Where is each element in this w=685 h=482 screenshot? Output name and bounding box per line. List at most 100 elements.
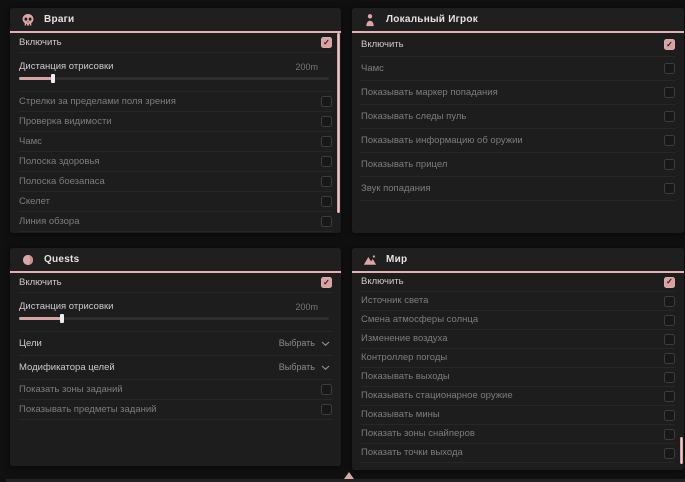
checkbox-unchecked[interactable] [664,334,675,345]
slider-handle[interactable] [60,314,64,323]
checkbox-unchecked[interactable] [321,156,332,167]
setting-row[interactable]: Включить ✓ [361,273,675,292]
checkbox-unchecked[interactable] [321,136,332,147]
setting-label: Дистанция отрисовки [19,62,113,72]
panel-local-player: Локальный Игрок Включить✓ЧамсПоказывать … [352,8,684,233]
panel-title: Quests [44,254,79,265]
chevron-down-icon [321,365,330,371]
setting-row[interactable]: Показывать следы пуль [361,105,675,129]
setting-row[interactable]: Показывать следы пуль [19,232,332,233]
setting-row[interactable]: Смена атмосферы солнца [361,311,675,330]
checkbox-unchecked[interactable] [321,404,332,415]
quest-icon [21,253,35,267]
checkbox-unchecked[interactable] [664,87,675,98]
setting-label: Контроллер погоды [361,353,447,363]
slider-track[interactable] [19,77,329,80]
panel-title: Враги [44,14,74,25]
checkbox-checked[interactable]: ✓ [321,277,332,288]
panel-enemies: Враги Включить✓ Дистанция отрисовки 200m Ст… [10,8,341,233]
setting-row[interactable]: Включить ✓ [361,33,675,57]
setting-row[interactable]: Показать зоны снайперов [361,425,675,444]
slider-value: 200m [295,63,318,72]
setting-row[interactable]: Контроллер погоды [361,349,675,368]
setting-row[interactable]: Модификатора целейВыбрать [19,356,332,380]
dropdown-value: Выбрать [279,339,315,348]
checkbox-unchecked[interactable] [664,159,675,170]
setting-row[interactable]: ЦелиВыбрать [19,332,332,356]
setting-label: Источник света [361,296,428,306]
setting-row[interactable]: Включить✓ [19,33,332,53]
setting-label: Показывать маркер попадания [361,88,498,98]
checkbox-unchecked[interactable] [321,96,332,107]
setting-row[interactable]: Изменение воздуха [361,330,675,349]
setting-row[interactable]: Включить✓ [19,273,332,293]
setting-row[interactable]: Показывать информацию об оружии [361,129,675,153]
checkbox-checked[interactable]: ✓ [664,277,675,288]
slider-value: 200m [295,303,318,312]
skull-icon [21,13,35,27]
panel-enemies-header: Враги [10,8,341,33]
checkbox-unchecked[interactable] [321,196,332,207]
setting-row[interactable]: Показывать выходы [361,368,675,387]
setting-row[interactable]: Показывать прицел [361,153,675,177]
checkbox-unchecked[interactable] [664,183,675,194]
setting-row[interactable]: Стрелки за пределами поля зрения [19,92,332,112]
checkbox-unchecked[interactable] [664,429,675,440]
panel-quests: Quests Включить✓Дистанция отрисовки200mЦ… [10,248,341,466]
checkbox-unchecked[interactable] [664,315,675,326]
setting-row[interactable]: Чамс [19,132,332,152]
world-icon [363,253,377,267]
slider-track[interactable] [19,317,329,320]
slider-fill [19,77,53,80]
setting-label: Показывать прицел [361,160,447,170]
scrollbar[interactable] [337,33,340,213]
setting-row[interactable]: Показать точки выхода [361,444,675,463]
setting-row[interactable]: Показывать маркер попадания [361,81,675,105]
setting-label: Включить [361,277,404,287]
checkbox-unchecked[interactable] [664,296,675,307]
setting-row[interactable]: Показывать предметы заданий [19,400,332,420]
checkbox-checked[interactable]: ✓ [321,37,332,48]
setting-label: Показывать мины [361,410,440,420]
resize-handle-icon[interactable] [344,472,354,479]
setting-label: Чамс [19,137,42,147]
setting-label: Смена атмосферы солнца [361,315,478,325]
checkbox-unchecked[interactable] [321,116,332,127]
setting-label: Показывать стационарное оружие [361,391,513,401]
setting-row[interactable]: Звук попадания [361,177,675,201]
setting-row[interactable]: Дистанция отрисовки200m [19,293,332,332]
setting-row[interactable]: Скелет [19,192,332,212]
checkbox-unchecked[interactable] [664,111,675,122]
panel-world-header: Мир [352,248,684,273]
panel-world-body: Включить ✓ Источник света Смена атмосферы с… [352,273,684,463]
setting-label: Стрелки за пределами поля зрения [19,97,176,107]
setting-row[interactable]: Полоска здоровья [19,152,332,172]
checkbox-unchecked[interactable] [321,176,332,187]
setting-row[interactable]: Дистанция отрисовки 200m [19,53,332,92]
setting-row[interactable]: Проверка видимости [19,112,332,132]
setting-row[interactable]: Показывать стационарное оружие [361,387,675,406]
checkbox-unchecked[interactable] [664,391,675,402]
dropdown[interactable]: Выбрать [279,363,330,372]
checkbox-unchecked[interactable] [664,410,675,421]
panel-title: Мир [386,254,407,265]
checkbox-unchecked[interactable] [664,372,675,383]
dropdown[interactable]: Выбрать [279,339,330,348]
slider-handle[interactable] [51,74,55,83]
setting-row[interactable]: Источник света [361,292,675,311]
setting-label: Включить [361,40,404,50]
checkbox-unchecked[interactable] [321,384,332,395]
checkbox-unchecked[interactable] [664,353,675,364]
setting-row[interactable]: Линия обзора [19,212,332,232]
checkbox-unchecked[interactable] [664,135,675,146]
checkbox-unchecked[interactable] [664,63,675,74]
checkbox-checked[interactable]: ✓ [664,39,675,50]
setting-label: Линия обзора [19,217,80,227]
setting-row[interactable]: Показывать мины [361,406,675,425]
scrollbar[interactable] [680,437,683,464]
checkbox-unchecked[interactable] [664,448,675,459]
setting-row[interactable]: Полоска боезапаса [19,172,332,192]
setting-row[interactable]: Чамс [361,57,675,81]
checkbox-unchecked[interactable] [321,216,332,227]
setting-row[interactable]: Показать зоны заданий [19,380,332,400]
